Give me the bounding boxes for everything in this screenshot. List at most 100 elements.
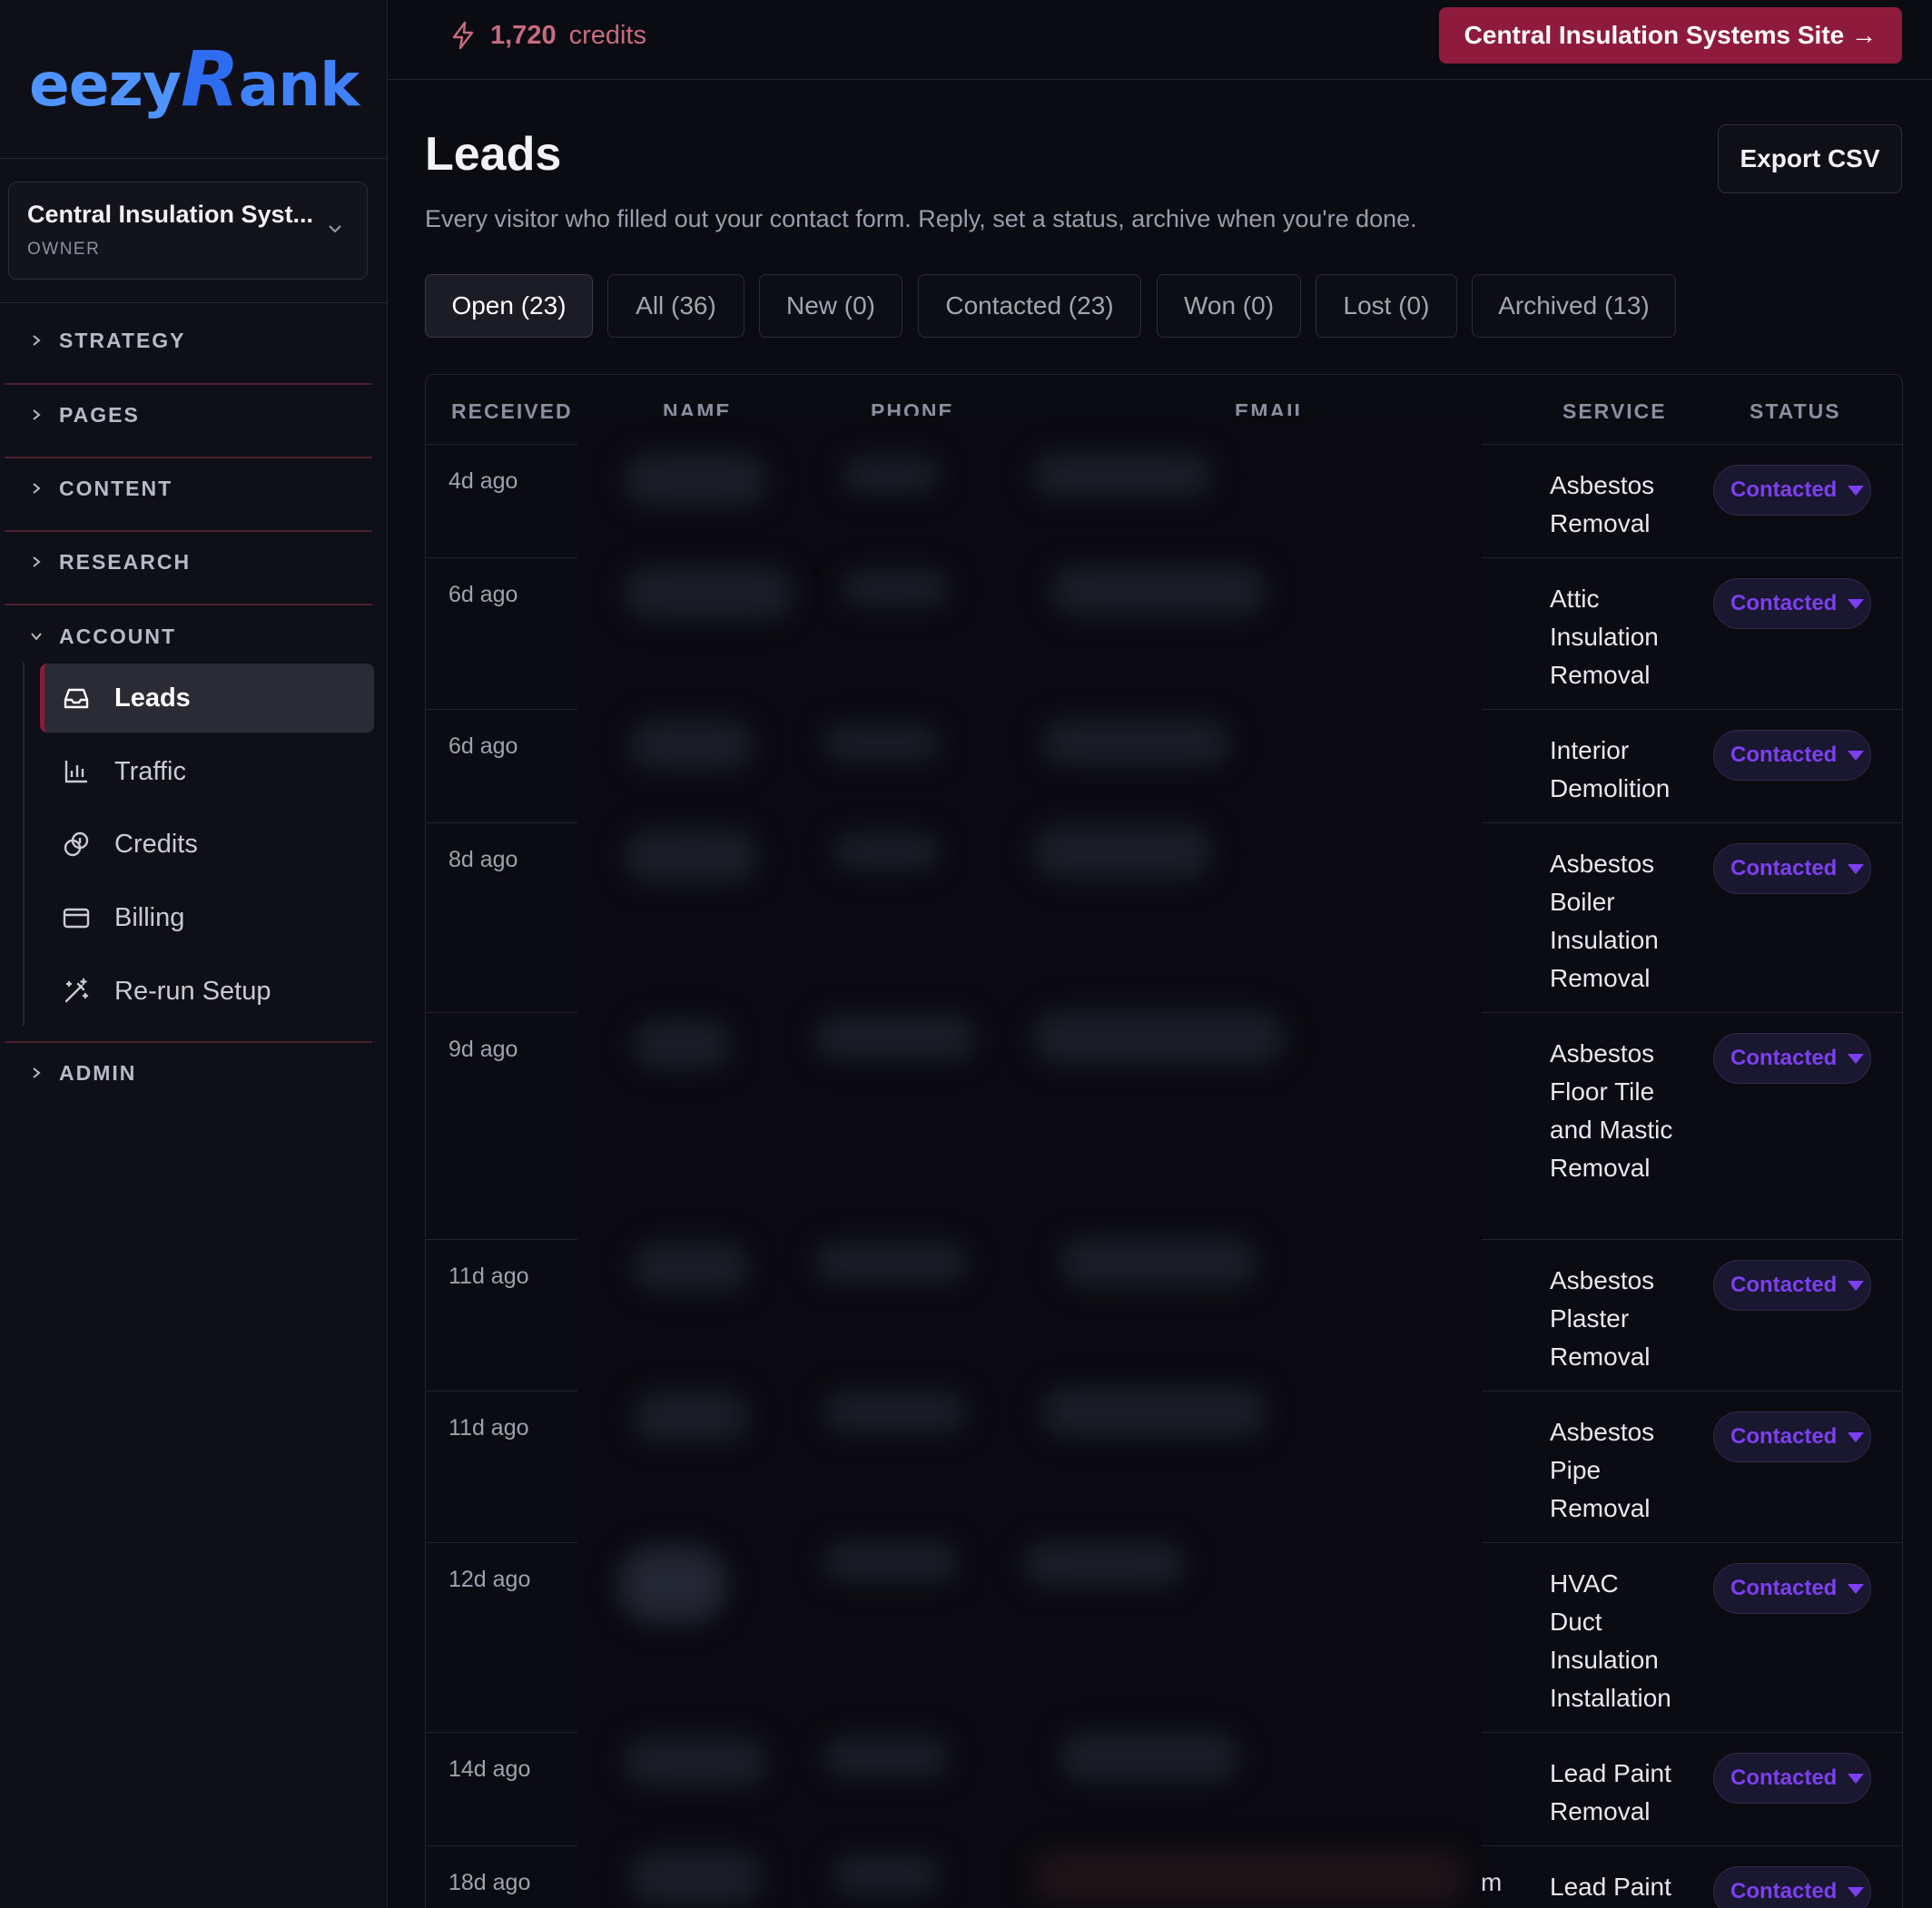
nav-item-billing[interactable]: Billing xyxy=(40,883,374,952)
chevron-right-icon xyxy=(33,335,41,346)
status-dropdown[interactable]: Contacted xyxy=(1713,578,1871,629)
workspace-name: Central Insulation Syst... xyxy=(27,201,314,228)
column-status[interactable]: STATUS xyxy=(1750,399,1841,424)
service-cell: Interior Demolition xyxy=(1550,736,1671,802)
nav-item-traffic[interactable]: Traffic xyxy=(40,737,374,806)
caret-down-icon xyxy=(1848,750,1865,761)
caret-down-icon xyxy=(1848,1280,1865,1291)
page-title: Leads xyxy=(425,128,562,181)
coins-icon xyxy=(64,831,89,857)
column-service[interactable]: SERVICE xyxy=(1562,399,1667,424)
nav-item-leads[interactable]: Leads xyxy=(40,664,374,733)
workspace-switcher[interactable]: Central Insulation Syst... OWNER xyxy=(8,182,368,280)
redacted-email xyxy=(1059,1237,1258,1287)
status-dropdown[interactable]: Contacted xyxy=(1713,1033,1871,1084)
view-site-button[interactable]: Central Insulation Systems Site → xyxy=(1438,7,1902,64)
credit-card-icon xyxy=(63,908,90,929)
magic-wand-icon xyxy=(64,978,89,1003)
redacted-name xyxy=(618,1546,727,1623)
received-cell: 14d ago xyxy=(448,1756,531,1782)
chevron-down-icon xyxy=(329,225,341,233)
credits-balance[interactable]: 1,720 credits xyxy=(448,20,646,51)
service-cell: Lead Paint Removal xyxy=(1550,1759,1671,1825)
redacted-email xyxy=(1022,1541,1186,1587)
received-cell: 6d ago xyxy=(448,733,518,759)
column-received[interactable]: RECEIVED xyxy=(451,399,573,424)
chevron-down-icon xyxy=(31,633,42,641)
tab-won[interactable]: Won (0) xyxy=(1157,274,1301,338)
tab-archived[interactable]: Archived (13) xyxy=(1472,274,1676,338)
redacted-email xyxy=(1040,1387,1267,1437)
status-dropdown[interactable]: Contacted xyxy=(1713,1866,1871,1908)
received-cell: 6d ago xyxy=(448,582,518,607)
redacted-name xyxy=(627,720,754,770)
service-cell: Asbestos Pipe Removal xyxy=(1550,1418,1655,1522)
tab-lost[interactable]: Lost (0) xyxy=(1316,274,1457,338)
redacted-phone xyxy=(832,833,941,870)
received-cell: 18d ago xyxy=(448,1870,531,1895)
redacted-name xyxy=(623,566,795,620)
service-cell: Asbestos Removal xyxy=(1550,471,1655,537)
redacted-phone xyxy=(841,570,950,606)
tab-open[interactable]: Open (23) xyxy=(425,274,593,338)
credits-count: 1,720 xyxy=(490,20,557,50)
eezyrank-logo[interactable]: eezy Rank xyxy=(29,41,360,117)
sidebar: eezy Rank Central Insulation Syst... OWNE… xyxy=(0,0,388,1908)
section-account[interactable]: ACCOUNT xyxy=(5,601,372,672)
redacted-phone xyxy=(823,1392,968,1432)
caret-down-icon xyxy=(1848,1431,1865,1442)
section-admin[interactable]: ADMIN xyxy=(5,1038,372,1108)
received-cell: 4d ago xyxy=(448,468,518,494)
status-dropdown[interactable]: Contacted xyxy=(1713,1753,1871,1804)
caret-down-icon xyxy=(1848,863,1865,874)
redacted-phone xyxy=(823,1736,950,1777)
chevron-right-icon xyxy=(33,483,41,494)
redacted-contact-area xyxy=(577,416,1482,1908)
redacted-email xyxy=(1040,720,1231,765)
chevron-right-icon xyxy=(33,1067,41,1078)
divider xyxy=(0,302,388,303)
nav-item-rerun-setup[interactable]: Re-run Setup xyxy=(40,957,374,1026)
redacted-phone xyxy=(841,457,941,493)
logo-area: eezy Rank xyxy=(0,0,387,159)
status-dropdown[interactable]: Contacted xyxy=(1713,465,1871,516)
caret-down-icon xyxy=(1848,1053,1865,1064)
received-cell: 11d ago xyxy=(448,1264,529,1289)
section-strategy[interactable]: STRATEGY xyxy=(5,305,372,376)
top-bar: 1,720 credits Central Insulation Systems… xyxy=(389,0,1932,80)
nav-item-credits[interactable]: Credits xyxy=(40,810,374,879)
service-cell: Asbestos Floor Tile and Mastic Removal xyxy=(1550,1039,1673,1182)
caret-down-icon xyxy=(1848,485,1865,496)
lightning-icon xyxy=(452,21,474,50)
received-cell: 9d ago xyxy=(448,1037,518,1062)
redacted-name xyxy=(632,1019,732,1069)
caret-down-icon xyxy=(1848,1583,1865,1594)
service-cell: Lead Paint xyxy=(1550,1873,1671,1901)
section-pages[interactable]: PAGES xyxy=(5,379,372,450)
chevron-right-icon xyxy=(33,556,41,567)
status-dropdown[interactable]: Contacted xyxy=(1713,730,1871,781)
tab-all[interactable]: All (36) xyxy=(607,274,744,338)
bar-chart-icon xyxy=(64,761,87,783)
caret-down-icon xyxy=(1848,598,1865,609)
received-cell: 8d ago xyxy=(448,847,518,872)
redacted-email xyxy=(1031,1850,1467,1904)
redacted-email xyxy=(1031,452,1213,497)
status-dropdown[interactable]: Contacted xyxy=(1713,1563,1871,1614)
export-csv-button[interactable]: Export CSV xyxy=(1718,124,1902,193)
section-research[interactable]: RESEARCH xyxy=(5,526,372,597)
redacted-phone xyxy=(832,1854,941,1895)
status-dropdown[interactable]: Contacted xyxy=(1713,1411,1871,1462)
redacted-name xyxy=(623,1736,768,1786)
tab-new[interactable]: New (0) xyxy=(759,274,902,338)
page-subtitle: Every visitor who filled out your contac… xyxy=(425,205,1417,232)
account-nav: Leads Traffic Credits Billing Re-run Set… xyxy=(23,663,374,1026)
status-dropdown[interactable]: Contacted xyxy=(1713,843,1871,894)
tab-contacted[interactable]: Contacted (23) xyxy=(918,274,1141,338)
caret-down-icon xyxy=(1848,1886,1865,1897)
redacted-email xyxy=(1031,1010,1286,1065)
section-content[interactable]: CONTENT xyxy=(5,453,372,524)
status-dropdown[interactable]: Contacted xyxy=(1713,1260,1871,1311)
redacted-email xyxy=(1031,824,1213,879)
redacted-name xyxy=(627,1850,764,1904)
